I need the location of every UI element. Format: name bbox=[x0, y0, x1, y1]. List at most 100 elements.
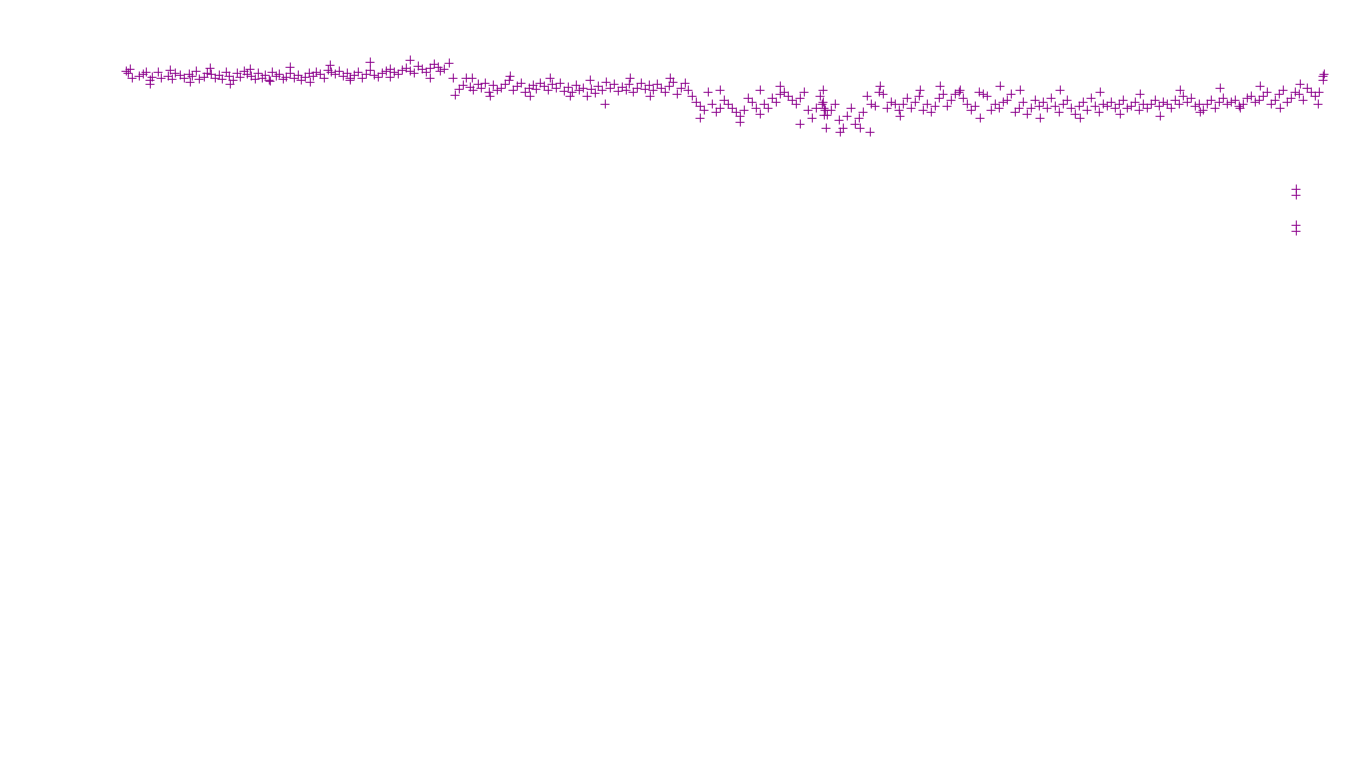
data-point bbox=[477, 84, 486, 93]
data-point bbox=[1267, 100, 1276, 109]
data-point bbox=[1151, 96, 1160, 105]
data-point bbox=[366, 66, 375, 75]
data-point bbox=[164, 72, 173, 81]
data-point bbox=[394, 70, 403, 79]
data-point bbox=[335, 67, 344, 76]
data-point bbox=[568, 88, 577, 97]
data-point bbox=[963, 100, 972, 109]
data-point bbox=[967, 106, 976, 115]
data-point bbox=[339, 72, 348, 81]
data-point bbox=[526, 92, 535, 101]
data-point bbox=[1119, 96, 1128, 105]
data-point bbox=[414, 62, 423, 71]
data-point bbox=[1292, 221, 1301, 230]
data-point bbox=[1163, 100, 1172, 109]
data-point bbox=[168, 75, 177, 84]
data-point bbox=[836, 128, 845, 137]
data-point bbox=[540, 82, 549, 91]
data-point bbox=[756, 110, 765, 119]
data-point bbox=[756, 86, 765, 95]
data-point bbox=[633, 84, 642, 93]
data-point bbox=[286, 69, 295, 78]
data-point bbox=[142, 68, 151, 77]
data-point bbox=[426, 74, 435, 83]
data-point bbox=[939, 90, 948, 99]
data-point bbox=[489, 81, 498, 90]
data-point bbox=[821, 106, 830, 115]
data-point bbox=[449, 74, 458, 83]
data-point bbox=[290, 74, 299, 83]
data-point bbox=[406, 67, 415, 76]
data-point bbox=[1123, 104, 1132, 113]
data-point bbox=[1071, 110, 1080, 119]
data-point bbox=[1111, 104, 1120, 113]
data-point bbox=[1167, 104, 1176, 113]
data-point bbox=[1055, 108, 1064, 117]
data-point bbox=[1279, 86, 1288, 95]
data-point bbox=[1023, 110, 1032, 119]
data-point bbox=[286, 63, 295, 72]
data-point bbox=[139, 70, 148, 79]
data-point bbox=[896, 112, 905, 121]
data-point bbox=[521, 88, 530, 97]
data-point bbox=[1255, 96, 1264, 105]
data-point bbox=[1215, 98, 1224, 107]
data-point bbox=[254, 69, 263, 78]
data-point bbox=[688, 92, 697, 101]
data-point bbox=[1143, 104, 1152, 113]
data-point bbox=[907, 104, 916, 113]
data-point bbox=[822, 124, 831, 133]
data-point bbox=[1287, 94, 1296, 103]
data-point bbox=[566, 92, 575, 101]
data-point bbox=[148, 73, 157, 82]
data-point bbox=[474, 80, 483, 89]
data-point bbox=[808, 114, 817, 123]
data-point bbox=[591, 89, 600, 98]
data-point bbox=[776, 82, 785, 91]
data-point bbox=[1259, 92, 1268, 101]
data-point bbox=[240, 67, 249, 76]
data-point bbox=[505, 76, 514, 85]
data-point bbox=[666, 74, 675, 83]
data-point bbox=[843, 112, 852, 121]
data-point bbox=[987, 106, 996, 115]
data-point bbox=[1291, 88, 1300, 97]
data-point bbox=[382, 67, 391, 76]
data-point bbox=[875, 88, 884, 97]
data-point bbox=[185, 70, 194, 79]
data-point bbox=[430, 60, 439, 69]
data-point bbox=[696, 114, 705, 123]
data-point bbox=[712, 108, 721, 117]
data-point bbox=[422, 68, 431, 77]
data-point bbox=[493, 86, 502, 95]
data-point bbox=[867, 100, 876, 109]
data-point bbox=[552, 84, 561, 93]
data-point bbox=[587, 85, 596, 94]
data-point bbox=[1079, 98, 1088, 107]
data-point bbox=[1256, 82, 1265, 91]
data-point bbox=[983, 92, 992, 101]
data-point bbox=[855, 114, 864, 123]
data-point bbox=[309, 72, 318, 81]
data-point bbox=[1155, 102, 1164, 111]
data-point bbox=[1007, 90, 1016, 99]
data-point bbox=[866, 128, 875, 137]
data-point bbox=[346, 74, 355, 83]
data-point bbox=[887, 98, 896, 107]
data-point bbox=[975, 88, 984, 97]
data-point bbox=[176, 71, 185, 80]
data-point bbox=[1243, 94, 1252, 103]
data-point bbox=[146, 80, 155, 89]
data-point bbox=[583, 92, 592, 101]
data-point bbox=[899, 100, 908, 109]
data-point bbox=[506, 72, 515, 81]
data-point bbox=[947, 96, 956, 105]
data-point bbox=[820, 111, 829, 120]
data-point bbox=[207, 70, 216, 79]
data-point bbox=[657, 84, 666, 93]
data-point bbox=[684, 86, 693, 95]
data-point bbox=[282, 73, 291, 82]
data-point bbox=[529, 81, 538, 90]
data-point bbox=[883, 104, 892, 113]
data-point bbox=[720, 96, 729, 105]
